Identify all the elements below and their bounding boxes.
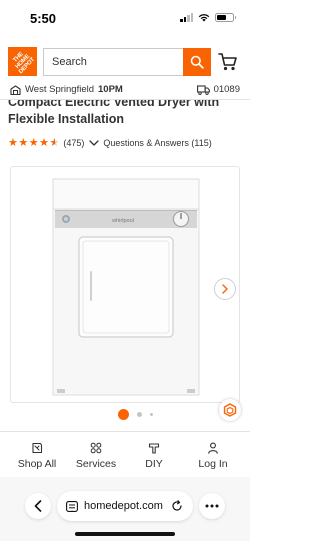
home-depot-logo[interactable]: THE HOME DEPOT (8, 47, 37, 76)
product-title-container: Compact Electric Vented Dryer with Flexi… (0, 100, 250, 132)
star-rating[interactable]: ★ ★ ★ ★ ★ (8, 136, 60, 149)
site-header: THE HOME DEPOT Search (0, 44, 250, 80)
status-bar: 5:50 (0, 0, 250, 40)
cart-icon[interactable] (218, 52, 238, 72)
carousel-dots (118, 409, 153, 420)
shop-all-icon (32, 442, 43, 454)
nav-item-diy[interactable]: DIY (126, 442, 182, 470)
browser-back-button[interactable] (25, 493, 51, 519)
store-hours: 10PM (98, 84, 123, 95)
services-icon (90, 442, 102, 454)
view-in-3d-button[interactable] (219, 399, 241, 421)
product-title: Compact Electric Vented Dryer with Flexi… (8, 100, 220, 126)
nav-item-services[interactable]: Services (68, 442, 124, 470)
nav-label-diy: DIY (145, 458, 163, 470)
delivery-zip-selector[interactable]: 01089 (196, 84, 240, 95)
logo-text: THE HOME DEPOT (12, 51, 36, 75)
star-full-icon: ★ (18, 136, 29, 149)
browser-url: homedepot.com (84, 500, 163, 512)
appliance-brand-label: whirlpool (111, 218, 134, 224)
tabs-settings-icon (66, 500, 78, 512)
browser-more-button[interactable] (199, 493, 225, 519)
search-placeholder: Search (52, 56, 87, 68)
star-full-icon: ★ (28, 136, 39, 149)
chevron-right-icon (222, 284, 228, 294)
carousel-dot-active[interactable] (118, 409, 129, 420)
product-image: whirlpool (52, 178, 200, 396)
product-image-frame[interactable]: whirlpool (10, 166, 240, 403)
chevron-down-icon (89, 140, 100, 146)
browser-address-bar[interactable]: homedepot.com (57, 491, 193, 521)
home-indicator (75, 532, 175, 536)
bottom-nav: Shop All Services DIY Log In (0, 431, 250, 477)
nav-label-shop-all: Shop All (17, 458, 57, 470)
browser-toolbar: homedepot.com (0, 477, 250, 541)
search-button[interactable] (183, 48, 211, 76)
more-horizontal-icon (205, 504, 219, 508)
questions-answers-link[interactable]: Questions & Answers (115) (103, 138, 211, 148)
star-half-icon: ★ (49, 136, 60, 149)
star-full-icon: ★ (8, 136, 18, 149)
nav-item-log-in[interactable]: Log In (185, 442, 241, 470)
status-time: 5:50 (30, 11, 57, 26)
store-selector[interactable]: West Springfield 10PM (10, 84, 123, 95)
store-icon (10, 84, 21, 95)
star-full-icon: ★ (39, 136, 49, 149)
battery-icon (215, 13, 236, 22)
review-count[interactable]: (475) (63, 138, 84, 148)
store-bar: West Springfield 10PM 01089 (0, 81, 250, 100)
status-icons (180, 13, 236, 22)
search-icon (190, 55, 204, 69)
carousel-dot[interactable] (137, 412, 142, 417)
chevron-left-icon (34, 500, 42, 512)
diy-icon (148, 443, 160, 454)
cellular-signal-icon (180, 13, 193, 22)
zip-code: 01089 (213, 84, 240, 95)
carousel-dot[interactable] (150, 413, 153, 416)
delivery-truck-icon (196, 84, 210, 95)
nav-label-log-in: Log In (198, 458, 228, 470)
wifi-icon (198, 14, 210, 22)
rating-row: ★ ★ ★ ★ ★ (475) Questions & Answers (115… (8, 136, 212, 150)
cube-3d-icon (223, 403, 237, 417)
carousel-next-button[interactable] (214, 278, 236, 300)
reload-icon[interactable] (171, 500, 183, 512)
nav-label-services: Services (75, 458, 117, 470)
nav-item-shop-all[interactable]: Shop All (9, 442, 65, 470)
user-icon (208, 442, 218, 454)
store-name: West Springfield (25, 84, 94, 95)
